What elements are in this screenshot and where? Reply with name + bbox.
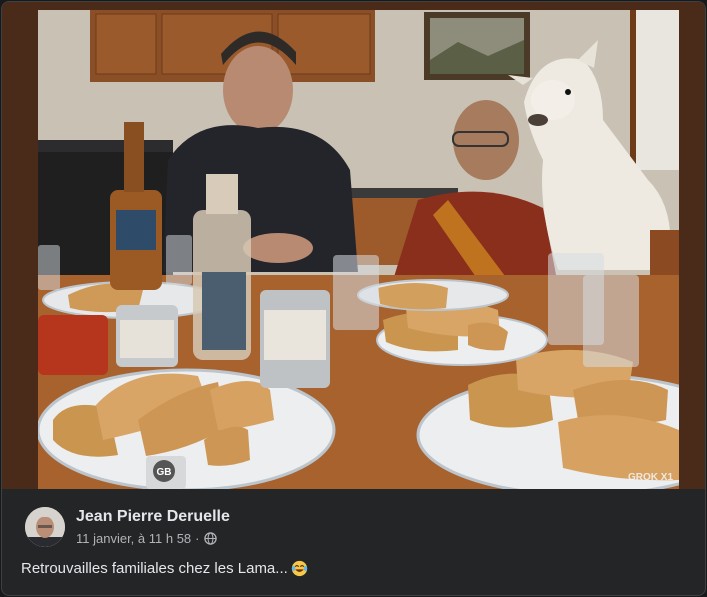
- post-meta: 11 janvier, à 11 h 58 ·: [76, 531, 217, 546]
- post-caption: Retrouvailles familiales chez les Lama..…: [21, 560, 308, 577]
- post-image[interactable]: GB GROK X1: [38, 10, 679, 489]
- can-red: [38, 315, 108, 375]
- avatar-image: [25, 507, 65, 547]
- image-badge: GB: [146, 456, 186, 489]
- author-name[interactable]: Jean Pierre Deruelle: [76, 508, 230, 526]
- post-timestamp[interactable]: 11 janvier, à 11 h 58: [76, 531, 191, 546]
- image-watermark: GROK X1: [628, 472, 673, 483]
- globe-icon[interactable]: [203, 532, 217, 545]
- person-left: [223, 46, 293, 134]
- laughing-tears-emoji-icon: [291, 560, 307, 577]
- glass: [333, 255, 379, 330]
- caption-text: Retrouvailles familiales chez les Lama..…: [21, 560, 288, 577]
- author-avatar[interactable]: [25, 507, 65, 547]
- meta-separator: ·: [195, 531, 200, 546]
- person-monk: [453, 100, 519, 180]
- image-badge-text: GB: [157, 467, 172, 478]
- post-card: GB GROK X1 Jean Pierre Deruelle 11 janvi…: [1, 1, 706, 596]
- window: [633, 10, 679, 170]
- post-image-frame[interactable]: GB GROK X1: [2, 2, 705, 489]
